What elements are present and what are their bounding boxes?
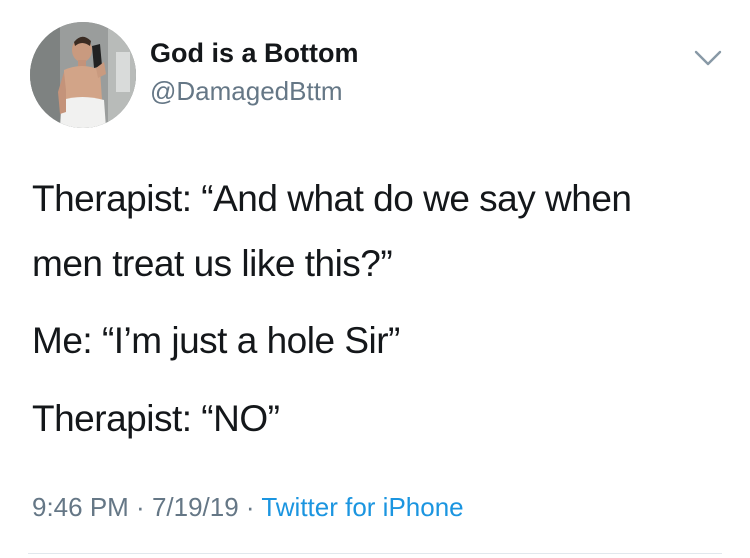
tweet-text-line: Me: “I’m just a hole Sir”	[32, 320, 400, 361]
tweet-metadata: 9:46 PM · 7/19/19 · Twitter for iPhone	[32, 492, 464, 523]
divider	[28, 553, 722, 554]
user-handle[interactable]: @DamagedBttm	[150, 76, 343, 107]
profile-photo	[30, 22, 136, 128]
avatar[interactable]	[30, 22, 136, 128]
chevron-down-icon[interactable]	[690, 42, 726, 72]
meta-separator: ·	[128, 492, 152, 522]
tweet-source-link[interactable]: Twitter for iPhone	[261, 492, 463, 522]
display-name[interactable]: God is a Bottom	[150, 38, 359, 69]
tweet-text-line: Therapist: “NO”	[32, 398, 280, 439]
meta-separator: ·	[238, 492, 262, 522]
tweet-text-line: men treat us like this?”	[32, 243, 393, 284]
tweet: God is a Bottom @DamagedBttm Therapist: …	[0, 0, 750, 558]
chevron-down-icon-graphic	[694, 50, 722, 66]
tweet-date[interactable]: 7/19/19	[152, 492, 239, 522]
tweet-time[interactable]: 9:46 PM	[32, 492, 129, 522]
tweet-text-line: Therapist: “And what do we say when	[32, 178, 632, 219]
